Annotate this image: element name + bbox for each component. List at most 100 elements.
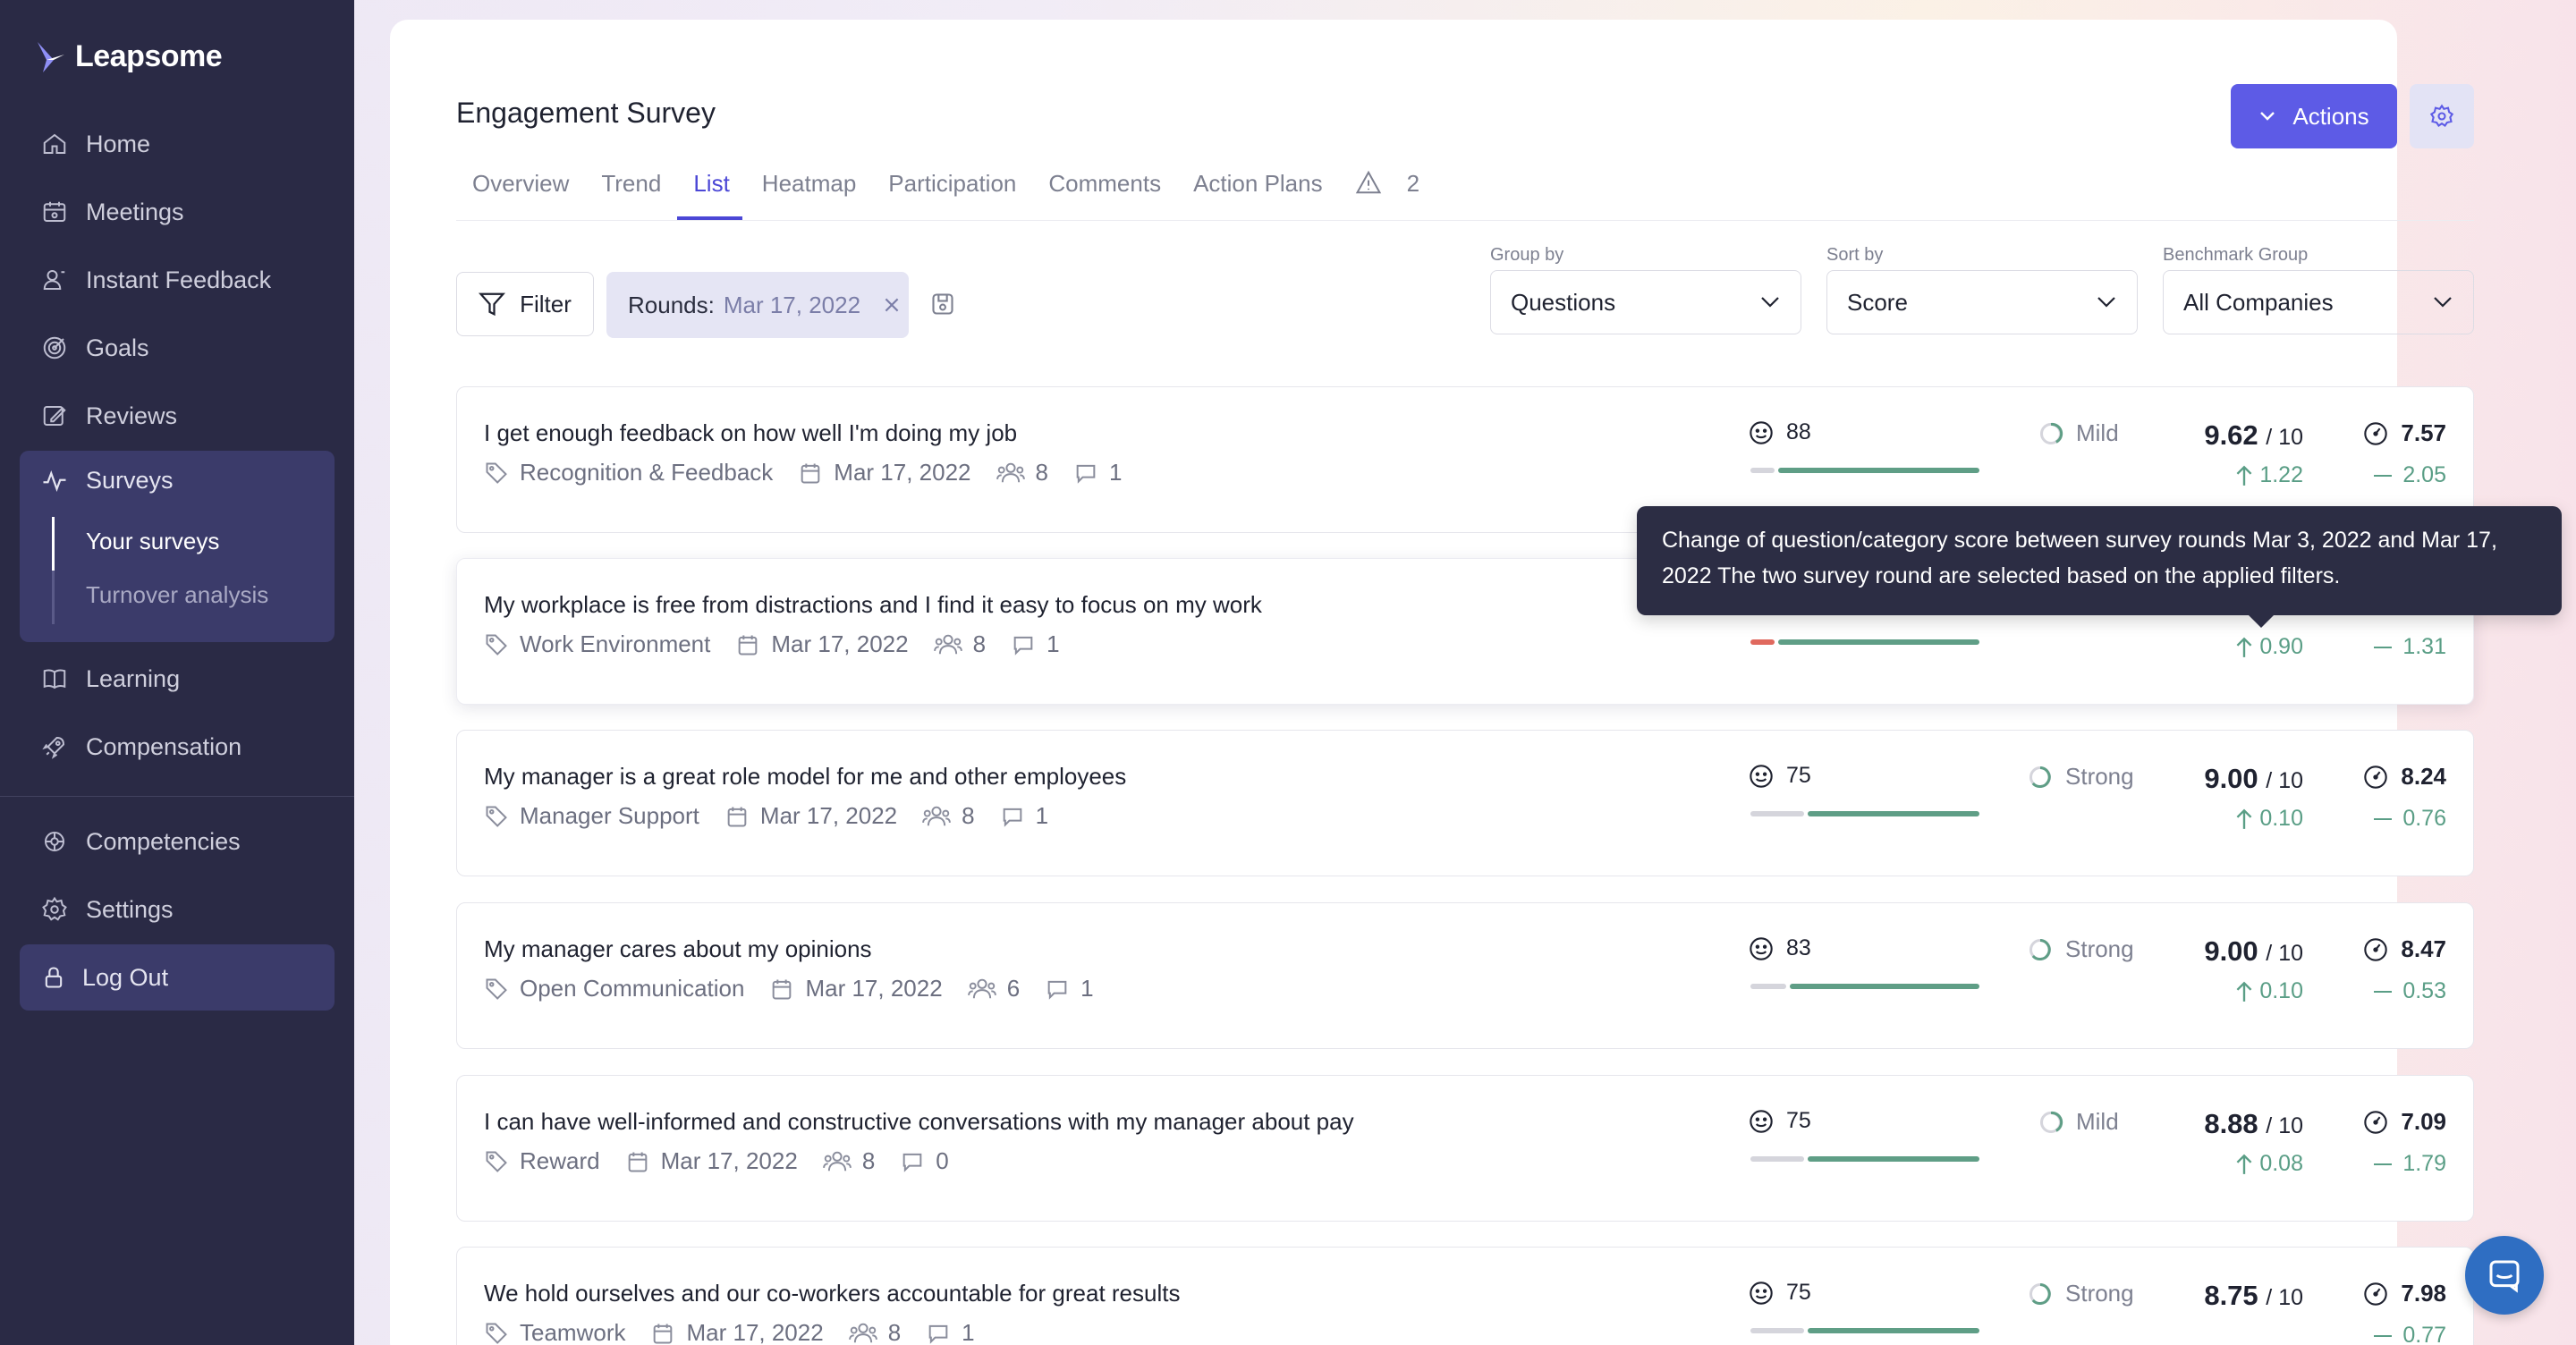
participants-count: 8 [933,630,986,658]
group-by-select[interactable]: Questions [1490,270,1801,334]
score-change-tooltip: Change of question/category score betwee… [1637,506,2562,628]
score-delta-value: 0.10 [2259,806,2303,831]
sidebar-group-surveys: Surveys Your surveys Turnover analysis [20,451,335,642]
chat-support-button[interactable] [2465,1236,2544,1315]
benchmark-delta-value: 0.77 [2402,1323,2446,1345]
tab-trend[interactable]: Trend [601,170,661,220]
brand-logo[interactable]: Leapsome [36,39,223,74]
question-row[interactable]: My manager cares about my opinions Open C… [456,902,2474,1049]
sort-by-select[interactable]: Score [1826,270,2138,334]
close-icon[interactable] [882,295,902,315]
comments-count[interactable]: 1 [1011,630,1060,658]
gear-icon [2429,104,2454,127]
tab-participation[interactable]: Participation [888,170,1016,220]
favorability-value: 75 [1786,1108,1811,1133]
tab-warnings[interactable]: 2 [1355,170,1419,220]
favorability-bar-negative [1750,811,1804,816]
tab-list[interactable]: List [677,170,743,220]
rounds-filter-chip[interactable]: Rounds: Mar 17, 2022 [606,272,909,338]
sidebar-item-meetings[interactable]: Meetings [20,181,335,243]
question-meta: Teamwork Mar 17, 2022 8 1 [484,1319,991,1345]
score-delta[interactable]: 1.22 [2234,462,2303,488]
score-delta[interactable]: 0.90 [2234,634,2303,660]
benchmark-gauge-icon [2364,937,2388,961]
sidebar-item-label: Surveys [86,467,174,494]
comment-icon [1076,464,1096,484]
score: 8.75 / 10 [2204,1280,2303,1312]
category-tag: Reward [484,1147,600,1175]
question-text: We hold ourselves and our co-workers acc… [484,1280,1181,1307]
question-meta: Work Environment Mar 17, 2022 8 1 [484,630,1076,658]
benchmark-group-value: All Companies [2183,288,2334,316]
question-row[interactable]: We hold ourselves and our co-workers acc… [456,1247,2474,1345]
tab-heatmap[interactable]: Heatmap [762,170,857,220]
score-denominator: / 10 [2266,1113,2303,1138]
favorability-bar-positive [1790,984,1979,989]
question-row[interactable]: I can have well-informed and constructiv… [456,1075,2474,1222]
favorability: 75 [1749,1280,1811,1306]
tab-bar: Overview Trend List Heatmap Participatio… [472,170,1452,220]
tab-action-plans[interactable]: Action Plans [1193,170,1323,220]
survey-settings-button[interactable] [2410,84,2474,148]
tab-overview[interactable]: Overview [472,170,569,220]
score-delta[interactable]: 0.10 [2234,806,2303,832]
filter-button[interactable]: Filter [456,272,594,336]
home-icon [43,133,66,154]
comments-count[interactable]: 1 [1000,802,1048,830]
comments-value: 1 [962,1319,975,1345]
sidebar-item-instant-feedback[interactable]: Instant Feedback [20,249,335,311]
favorability-bar-negative [1750,1156,1804,1162]
sidebar-item-label: Reviews [86,402,178,429]
comments-count[interactable]: 1 [1073,459,1122,486]
question-text: My manager is a great role model for me … [484,763,1127,790]
round-date: Mar 17, 2022 [769,975,943,1002]
strength-indicator: Strong [2028,1280,2134,1307]
save-filter-icon[interactable] [930,292,955,317]
sidebar-item-home[interactable]: Home [20,113,335,175]
round-date: Mar 17, 2022 [798,459,971,486]
score: 9.00 / 10 [2204,935,2303,968]
benchmark-gauge-icon [2364,1282,2388,1306]
comments-value: 1 [1046,630,1060,657]
sidebar-item-goals[interactable]: Goals [20,317,335,379]
strength-indicator: Strong [2028,763,2134,791]
comments-count[interactable]: 1 [1045,975,1094,1002]
category-label: Teamwork [520,1319,626,1345]
logout-button[interactable]: Log Out [20,944,335,1011]
comments-value: 1 [1108,459,1123,486]
sidebar-item-competencies[interactable]: Competencies [20,810,335,873]
arrow-up-icon [2236,981,2252,1002]
warning-count: 2 [1406,170,1420,197]
sidebar-item-reviews[interactable]: Reviews [20,385,335,447]
smile-icon [1750,764,1773,788]
participants-value: 8 [1035,459,1048,486]
sidebar-item-surveys[interactable]: Surveys [41,467,174,495]
calendar-icon [654,1324,673,1343]
sidebar-subitem-turnover-analysis[interactable]: Turnover analysis [86,581,268,609]
question-row[interactable]: My manager is a great role model for me … [456,730,2474,876]
sidebar-subitem-your-surveys[interactable]: Your surveys [86,528,219,555]
date-label: Mar 17, 2022 [686,1319,824,1345]
comments-count[interactable]: 0 [900,1147,949,1175]
category-tag: Open Communication [484,975,744,1002]
favorability: 83 [1749,935,1811,961]
sidebar-item-settings[interactable]: Settings [20,878,335,941]
favorability-bar-negative [1750,468,1775,473]
score-delta[interactable]: 0.08 [2234,1151,2303,1177]
sidebar-item-compensation[interactable]: Compensation [20,715,335,778]
comment-icon [1003,808,1021,827]
neutral-dash-icon [2374,990,2393,993]
benchmark-group-select[interactable]: All Companies [2163,270,2474,334]
actions-button[interactable]: Actions [2231,84,2397,148]
participants-icon [848,1323,877,1342]
sidebar-item-learning[interactable]: Learning [20,647,335,710]
category-label: Recognition & Feedback [520,459,774,486]
score-delta[interactable]: 0.10 [2234,978,2303,1004]
score-delta-value: 1.22 [2259,462,2303,487]
goals-icon [43,336,66,360]
page-title: Engagement Survey [456,97,716,129]
comments-count[interactable]: 1 [926,1319,975,1345]
benchmark-gauge-icon [2364,421,2388,445]
funnel-icon [479,292,506,317]
tab-comments[interactable]: Comments [1048,170,1161,220]
